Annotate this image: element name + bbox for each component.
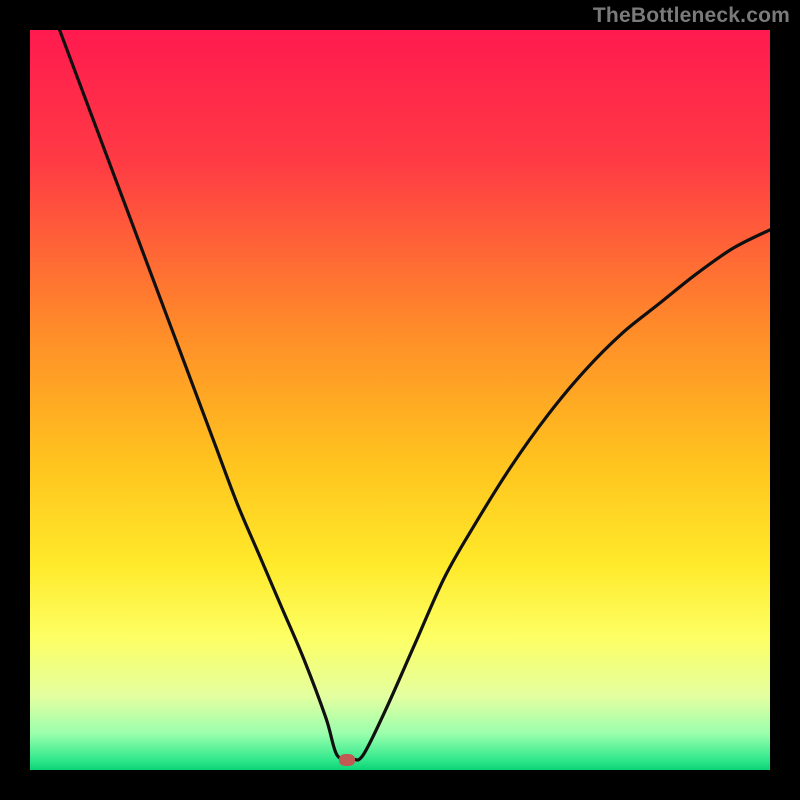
watermark-text: TheBottleneck.com	[593, 4, 790, 28]
plot-area	[30, 30, 770, 770]
optimal-marker	[339, 754, 355, 766]
chart-frame: TheBottleneck.com	[0, 0, 800, 800]
bottleneck-curve	[30, 30, 770, 770]
